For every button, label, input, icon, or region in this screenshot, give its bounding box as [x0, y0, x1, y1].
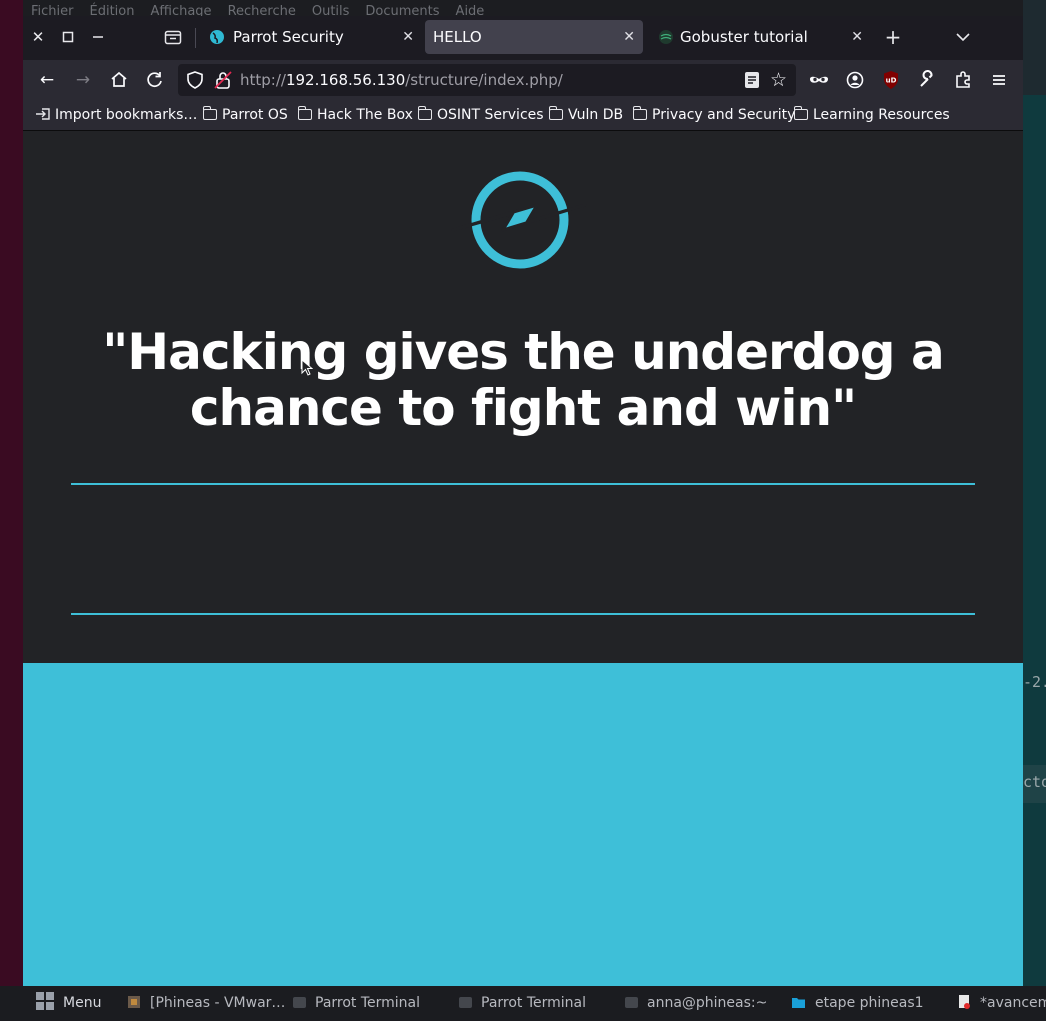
divider-line [71, 483, 975, 485]
taskbar-item-vmware[interactable]: [Phineas - VMwar… [127, 986, 285, 1021]
bookmark-star-icon[interactable]: ☆ [770, 69, 787, 91]
desktop-background-right-top [1023, 0, 1046, 95]
close-tab-icon[interactable]: ✕ [402, 20, 414, 54]
terminal-window-behind [1023, 95, 1046, 986]
globe-icon [210, 30, 224, 44]
apps-grid-icon [36, 992, 54, 1010]
reader-view-icon[interactable] [743, 71, 761, 93]
wrench-tools-icon[interactable] [915, 68, 939, 92]
menu-aide[interactable]: Aide [456, 1, 485, 16]
text-editor-icon [959, 995, 970, 1009]
tab-label: HELLO [433, 28, 482, 46]
folder-icon [793, 106, 808, 120]
terminal-text-fragment: -2. [1023, 673, 1046, 691]
navigation-toolbar: ← → http://192.168.56.130/structure/inde… [23, 60, 1023, 100]
bookmark-folder-hack-the-box[interactable]: Hack The Box [297, 100, 413, 130]
home-icon[interactable] [107, 68, 131, 92]
menu-outils[interactable]: Outils [312, 1, 350, 16]
tab-label: Gobuster tutorial [680, 28, 808, 46]
private-browsing-mask-icon[interactable] [807, 68, 831, 92]
menu-recherche[interactable]: Recherche [228, 1, 296, 16]
import-icon [36, 108, 50, 120]
mouse-cursor-icon [301, 359, 313, 376]
taskbar-item-parrot-terminal-1[interactable]: Parrot Terminal [293, 986, 420, 1021]
taskbar-item-anna-terminal[interactable]: anna@phineas:~ [625, 986, 767, 1021]
desktop-background-left [0, 0, 23, 1021]
reload-icon[interactable] [143, 68, 167, 92]
tab-hello[interactable]: HELLO ✕ [425, 20, 643, 54]
taskbar-item-parrot-terminal-2[interactable]: Parrot Terminal [459, 986, 586, 1021]
taskbar-item-text-editor[interactable]: *avancem [958, 986, 1046, 1021]
menu-affichage[interactable]: Affichage [150, 1, 211, 16]
terminal-icon [625, 997, 638, 1008]
browser-window: ✕ Parrot Security ✕ HELLO ✕ Gobuster tut… [23, 16, 1023, 986]
terminal-text-fragment: cto [1023, 773, 1046, 791]
folder-icon [792, 998, 805, 1008]
minimize-window-icon[interactable] [87, 26, 109, 48]
account-icon[interactable] [843, 68, 867, 92]
bookmark-folder-osint-services[interactable]: OSINT Services [417, 100, 544, 130]
taskbar-item-etape-phineas1[interactable]: etape phineas1 [791, 986, 924, 1021]
bookmark-folder-learning-resources[interactable]: Learning Resources [793, 100, 950, 130]
background-app-menubar: Fichier Édition Affichage Recherche Outils Do… [23, 0, 1023, 16]
hero-section: "Hacking gives the underdog a chance to … [23, 131, 1023, 663]
address-bar[interactable]: http://192.168.56.130/structure/index.ph… [178, 64, 796, 96]
svg-text:uD: uD [886, 77, 897, 85]
tab-gobuster-tutorial[interactable]: Gobuster tutorial ✕ [649, 20, 871, 54]
tab-separator [195, 28, 196, 48]
tab-label: Parrot Security [233, 28, 344, 46]
new-tab-icon[interactable]: + [882, 26, 904, 48]
extensions-puzzle-icon[interactable] [951, 68, 975, 92]
bookmark-folder-privacy-and-security[interactable]: Privacy and Security [632, 100, 795, 130]
folder-icon [202, 106, 217, 120]
tab-parrot-security[interactable]: Parrot Security ✕ [200, 20, 422, 54]
bookmark-folder-parrot-os[interactable]: Parrot OS [202, 100, 288, 130]
folder-icon [417, 106, 432, 120]
hero-quote: "Hacking gives the underdog a chance to … [102, 323, 945, 437]
divider-line [71, 613, 975, 615]
bookmarks-toolbar: Import bookmarks… Parrot OS Hack The Box… [23, 100, 1023, 131]
taskbar: Menu [Phineas - VMwar… Parrot Terminal P… [0, 986, 1046, 1021]
folder-icon [548, 106, 563, 120]
terminal-icon [459, 997, 472, 1008]
menu-documents[interactable]: Documents [365, 1, 439, 16]
close-tab-icon[interactable]: ✕ [851, 20, 863, 54]
bookmark-import[interactable]: Import bookmarks… [35, 100, 197, 130]
forward-icon[interactable]: → [71, 68, 95, 92]
maximize-window-icon[interactable] [57, 26, 79, 48]
url-text[interactable]: http://192.168.56.130/structure/index.ph… [240, 64, 563, 96]
vmware-icon [128, 996, 140, 1008]
folder-icon [297, 106, 312, 120]
terminal-icon [293, 997, 306, 1008]
close-tab-icon[interactable]: ✕ [623, 20, 635, 54]
menu-edition[interactable]: Édition [90, 1, 135, 16]
tracking-protection-shield-icon[interactable] [186, 70, 204, 94]
bookmark-folder-vuln-db[interactable]: Vuln DB [548, 100, 623, 130]
lightning-bolt-logo-icon [451, 171, 587, 269]
firefox-view-icon[interactable] [162, 26, 184, 48]
back-icon[interactable]: ← [35, 68, 59, 92]
close-window-icon[interactable]: ✕ [27, 26, 49, 48]
folder-icon [632, 106, 647, 120]
taskbar-menu-button[interactable]: Menu [35, 986, 101, 1021]
hamburger-menu-icon[interactable] [987, 68, 1011, 92]
menu-fichier[interactable]: Fichier [31, 1, 74, 16]
insecure-connection-lock-icon[interactable] [214, 70, 232, 94]
page-favicon-icon [659, 30, 673, 44]
list-all-tabs-icon[interactable] [952, 26, 974, 48]
cyan-section [23, 663, 1023, 986]
ublock-origin-icon[interactable]: uD [879, 68, 903, 92]
web-page-content: "Hacking gives the underdog a chance to … [23, 131, 1023, 986]
tab-bar: ✕ Parrot Security ✕ HELLO ✕ Gobuster tut… [23, 16, 1023, 60]
